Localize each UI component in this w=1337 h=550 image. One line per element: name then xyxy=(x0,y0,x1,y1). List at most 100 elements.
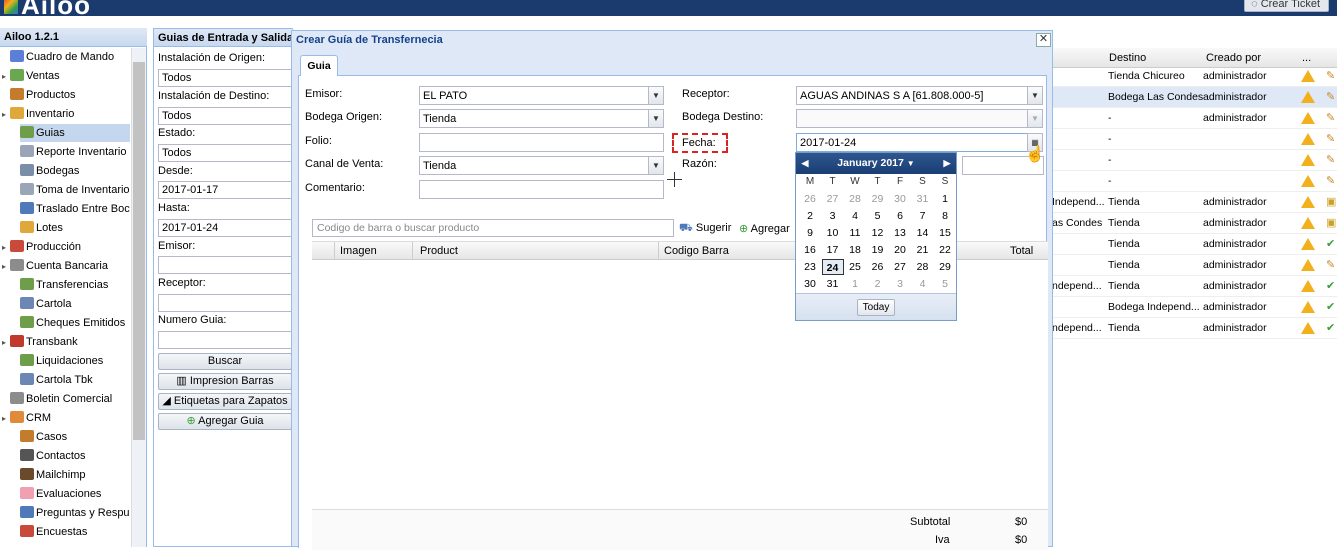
table-row[interactable]: - administrador ✎ xyxy=(1050,108,1337,129)
canal-venta-dropdown-icon[interactable]: ▼ xyxy=(648,156,664,175)
expander-icon[interactable]: ▸ xyxy=(2,239,10,257)
table-row[interactable]: ndepend... Tienda administrador ✔ xyxy=(1050,318,1337,339)
calendar-day[interactable]: 4 xyxy=(912,276,934,292)
search-button[interactable]: Buscar xyxy=(158,353,292,370)
table-row[interactable]: Tienda Chicureo administrador ✎ xyxy=(1050,66,1337,87)
canal-venta-combo[interactable]: Tienda xyxy=(419,156,649,175)
sidebar-item[interactable]: Casos xyxy=(20,428,130,446)
sidebar-item[interactable]: Boletin Comercial xyxy=(2,390,130,408)
warning-icon[interactable] xyxy=(1301,280,1315,292)
checkmark-icon[interactable]: ✔ xyxy=(1326,300,1337,314)
calendar-day[interactable]: 28 xyxy=(844,191,866,207)
column-imagen[interactable]: Imagen xyxy=(340,245,377,257)
sidebar-item[interactable]: Lotes xyxy=(20,219,130,237)
add-product-button[interactable]: ⊕ Agregar xyxy=(739,222,790,235)
expander-icon[interactable]: ▸ xyxy=(2,68,10,86)
sidebar-item[interactable]: ▸ Ventas xyxy=(2,67,130,85)
calendar-day[interactable]: 14 xyxy=(912,225,934,241)
table-row[interactable]: Tienda administrador ✔ xyxy=(1050,234,1337,255)
today-button[interactable]: Today xyxy=(857,299,895,316)
calendar-day[interactable]: 3 xyxy=(889,276,911,292)
calendar-day[interactable]: 17 xyxy=(822,242,844,258)
comentario-input[interactable] xyxy=(419,180,664,199)
expander-icon[interactable]: ▸ xyxy=(2,410,10,428)
emisor-combo[interactable]: EL PATO xyxy=(419,86,649,105)
edit-icon[interactable]: ✎ xyxy=(1326,111,1337,125)
calendar-day[interactable]: 18 xyxy=(844,242,866,258)
calendar-day[interactable]: 21 xyxy=(912,242,934,258)
calendar-day[interactable]: 31 xyxy=(822,276,844,292)
warning-icon[interactable] xyxy=(1301,70,1315,82)
warning-icon[interactable] xyxy=(1301,259,1315,271)
receptor-select[interactable] xyxy=(158,294,292,312)
product-search-input[interactable]: Codigo de barra o buscar producto xyxy=(312,219,674,237)
calendar-day[interactable]: 3 xyxy=(822,208,844,224)
column-destino[interactable]: Destino xyxy=(1109,52,1146,64)
bodega-origen-dropdown-icon[interactable]: ▼ xyxy=(648,109,664,128)
create-ticket-button[interactable]: ◌ Crear Ticket xyxy=(1244,0,1329,12)
warning-icon[interactable] xyxy=(1301,112,1315,124)
table-row[interactable]: ndepend... Tienda administrador ✔ xyxy=(1050,276,1337,297)
table-row[interactable]: Bodega Independ... administrador ✔ xyxy=(1050,297,1337,318)
column-codigo-barra[interactable]: Codigo Barra xyxy=(664,245,729,257)
table-row[interactable]: - ✎ xyxy=(1050,171,1337,192)
calendar-day[interactable]: 16 xyxy=(799,242,821,258)
warning-icon[interactable] xyxy=(1301,238,1315,250)
calendar-day[interactable]: 29 xyxy=(934,259,956,275)
print-barcodes-button[interactable]: ▥ Impresion Barras xyxy=(158,373,292,390)
receptor-combo[interactable]: AGUAS ANDINAS S A [61.808.000-5] xyxy=(796,86,1028,105)
to-date-input[interactable]: 2017-01-24 xyxy=(158,219,292,237)
sidebar-item[interactable]: Encuestas xyxy=(20,523,130,541)
fecha-date-input[interactable]: 2017-01-24 xyxy=(796,133,1028,152)
warning-icon[interactable] xyxy=(1301,196,1315,208)
calendar-day[interactable]: 15 xyxy=(934,225,956,241)
table-row[interactable]: as Condes Tienda administrador ▣ xyxy=(1050,213,1337,234)
sidebar-item[interactable]: ▸ Producción xyxy=(2,238,130,256)
calendar-day[interactable]: 2 xyxy=(867,276,889,292)
bodega-destino-dropdown-icon[interactable]: ▼ xyxy=(1027,109,1043,128)
calendar-day[interactable]: 13 xyxy=(889,225,911,241)
calendar-day[interactable]: 4 xyxy=(844,208,866,224)
sidebar-item[interactable]: Transferencias xyxy=(20,276,130,294)
month-selector[interactable]: January 2017 ▼ xyxy=(837,157,914,169)
calendar-day[interactable]: 29 xyxy=(867,191,889,207)
calendar-day[interactable]: 31 xyxy=(912,191,934,207)
warning-icon[interactable] xyxy=(1301,322,1315,334)
close-icon[interactable]: ✕ xyxy=(1036,33,1051,47)
calendar-day[interactable]: 27 xyxy=(889,259,911,275)
edit-icon[interactable]: ✎ xyxy=(1326,258,1337,272)
sidebar-item[interactable]: Contactos xyxy=(20,447,130,465)
checkmark-icon[interactable]: ✔ xyxy=(1326,321,1337,335)
bodega-destino-combo[interactable] xyxy=(796,109,1028,128)
edit-icon[interactable]: ✎ xyxy=(1326,153,1337,167)
emisor-dropdown-icon[interactable]: ▼ xyxy=(648,86,664,105)
warning-icon[interactable] xyxy=(1301,301,1315,313)
state-select[interactable]: Todos xyxy=(158,144,292,162)
add-guide-button[interactable]: ⊕ Agregar Guia xyxy=(158,413,292,430)
calendar-day[interactable]: 7 xyxy=(912,208,934,224)
sidebar-item[interactable]: Mailchimp xyxy=(20,466,130,484)
table-row[interactable]: - ✎ xyxy=(1050,129,1337,150)
column-more[interactable]: ... xyxy=(1302,52,1311,64)
sidebar-item[interactable]: ▸ CRM xyxy=(2,409,130,427)
calendar-day[interactable]: 12 xyxy=(867,225,889,241)
table-row[interactable]: Independ... Tienda administrador ▣ xyxy=(1050,192,1337,213)
sidebar-item[interactable]: Toma de Inventario xyxy=(20,181,130,199)
warning-icon[interactable] xyxy=(1301,154,1315,166)
expander-icon[interactable]: ▸ xyxy=(2,106,10,124)
column-product[interactable]: Product xyxy=(420,245,458,257)
destination-select[interactable]: Todos xyxy=(158,107,292,125)
calendar-day[interactable]: 1 xyxy=(934,191,956,207)
expander-icon[interactable]: ▸ xyxy=(2,334,10,352)
receptor-dropdown-icon[interactable]: ▼ xyxy=(1027,86,1043,105)
warning-icon[interactable] xyxy=(1301,91,1315,103)
calendar-day[interactable]: 22 xyxy=(934,242,956,258)
shoe-labels-button[interactable]: ◢ Etiquetas para Zapatos xyxy=(158,393,292,410)
table-row[interactable]: - ✎ xyxy=(1050,150,1337,171)
sidebar-item[interactable]: Reporte Inventario xyxy=(20,143,130,161)
folio-input[interactable] xyxy=(419,133,664,152)
sidebar-item[interactable]: Cartola Tbk xyxy=(20,371,130,389)
edit-icon[interactable]: ✎ xyxy=(1326,174,1337,188)
calendar-day[interactable]: 23 xyxy=(799,259,821,275)
table-row[interactable]: Tienda administrador ✎ xyxy=(1050,255,1337,276)
